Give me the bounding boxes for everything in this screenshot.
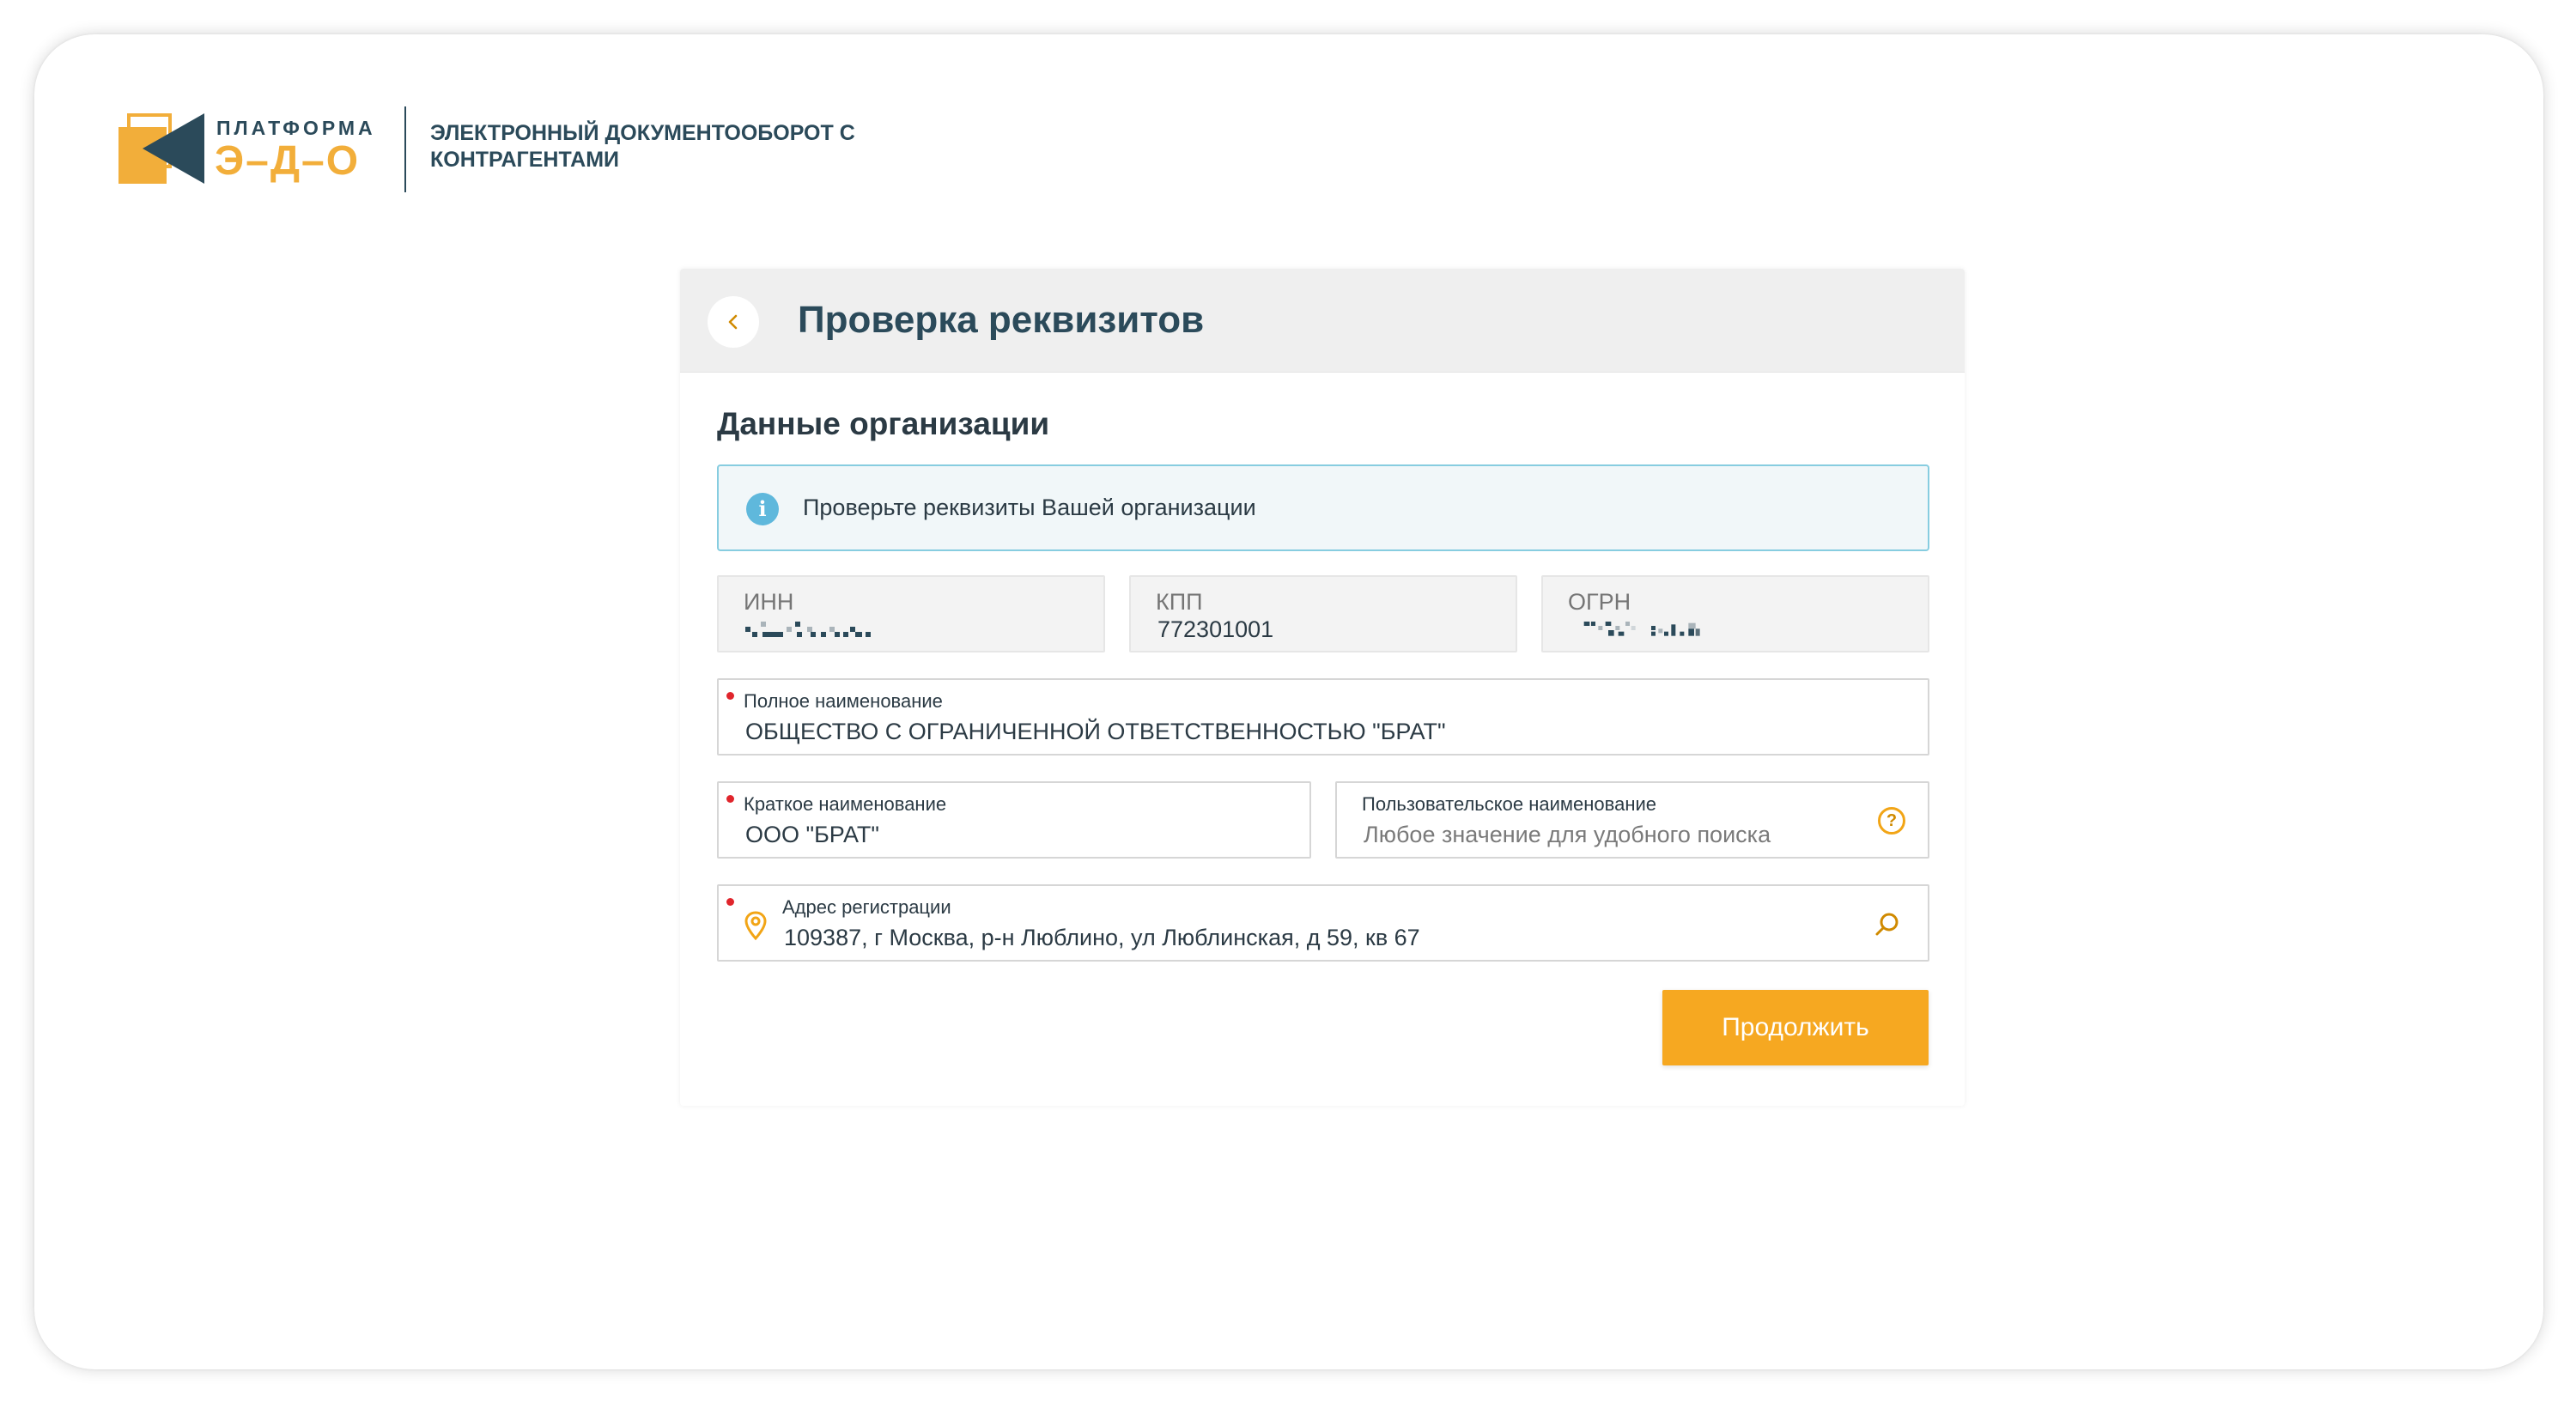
logo-text-top: ПЛАТФОРМА: [216, 117, 376, 139]
short-name-value[interactable]: ООО "БРАТ": [745, 822, 879, 848]
inn-masked-value: [745, 622, 871, 637]
full-name-value[interactable]: ОБЩЕСТВО С ОГРАНИЧЕННОЙ ОТВЕТСТВЕННОСТЬЮ…: [745, 719, 1446, 745]
required-indicator: [726, 692, 734, 700]
header-subtitle: ЭЛЕКТРОННЫЙ ДОКУМЕНТООБОРОТ С КОНТРАГЕНТ…: [430, 121, 855, 172]
kpp-field: КПП 772301001: [1129, 575, 1517, 652]
ogrn-label: ОГРН: [1568, 589, 1631, 615]
ogrn-field: ОГРН: [1541, 575, 1929, 652]
question-icon[interactable]: ?: [1878, 807, 1905, 835]
required-indicator: [726, 795, 734, 803]
info-text: Проверьте реквизиты Вашей организации: [803, 495, 1256, 520]
header-divider: [404, 106, 406, 192]
requisites-card: Проверка реквизитов Данные организации i…: [680, 269, 1965, 1106]
ogrn-masked-value: [1583, 622, 1700, 636]
section-title: Данные организации: [717, 406, 1050, 441]
platform-logo: ПЛАТФОРМА Э–Д–О: [118, 112, 393, 189]
info-banner: i Проверьте реквизиты Вашей организации: [717, 464, 1929, 551]
custom-name-label: Пользовательское наименование: [1362, 793, 1656, 815]
short-name-field[interactable]: Краткое наименование ООО "БРАТ": [717, 781, 1311, 859]
full-name-field[interactable]: Полное наименование ОБЩЕСТВО С ОГРАНИЧЕН…: [717, 678, 1929, 756]
full-name-label: Полное наименование: [744, 690, 943, 712]
app-window: ПЛАТФОРМА Э–Д–О ЭЛЕКТРОННЫЙ ДОКУМЕНТООБО…: [34, 34, 2543, 1369]
address-label: Адрес регистрации: [782, 896, 951, 918]
custom-name-placeholder[interactable]: Любое значение для удобного поиска: [1364, 822, 1771, 848]
logo-text-bottom: Э–Д–О: [215, 138, 361, 184]
search-icon[interactable]: [1873, 910, 1902, 939]
kpp-label: КПП: [1156, 589, 1203, 615]
info-icon: i: [746, 493, 779, 525]
page-title: Проверка реквизитов: [798, 299, 1205, 341]
inn-field: ИНН: [717, 575, 1105, 652]
map-pin-icon: [744, 911, 767, 941]
custom-name-field[interactable]: Пользовательское наименование Любое знач…: [1335, 781, 1929, 859]
required-indicator: [726, 898, 734, 906]
address-value[interactable]: 109387, г Москва, р-н Люблино, ул Люблин…: [784, 925, 1420, 951]
logo-mark-icon: [118, 113, 204, 184]
kpp-value: 772301001: [1157, 616, 1274, 642]
card-header: Проверка реквизитов: [680, 269, 1965, 373]
back-button[interactable]: [708, 296, 759, 348]
inn-label: ИНН: [744, 589, 794, 615]
continue-button[interactable]: Продолжить: [1662, 990, 1929, 1065]
address-field[interactable]: Адрес регистрации 109387, г Москва, р-н …: [717, 884, 1929, 962]
short-name-label: Краткое наименование: [744, 793, 947, 815]
chevron-left-icon: [728, 314, 738, 330]
